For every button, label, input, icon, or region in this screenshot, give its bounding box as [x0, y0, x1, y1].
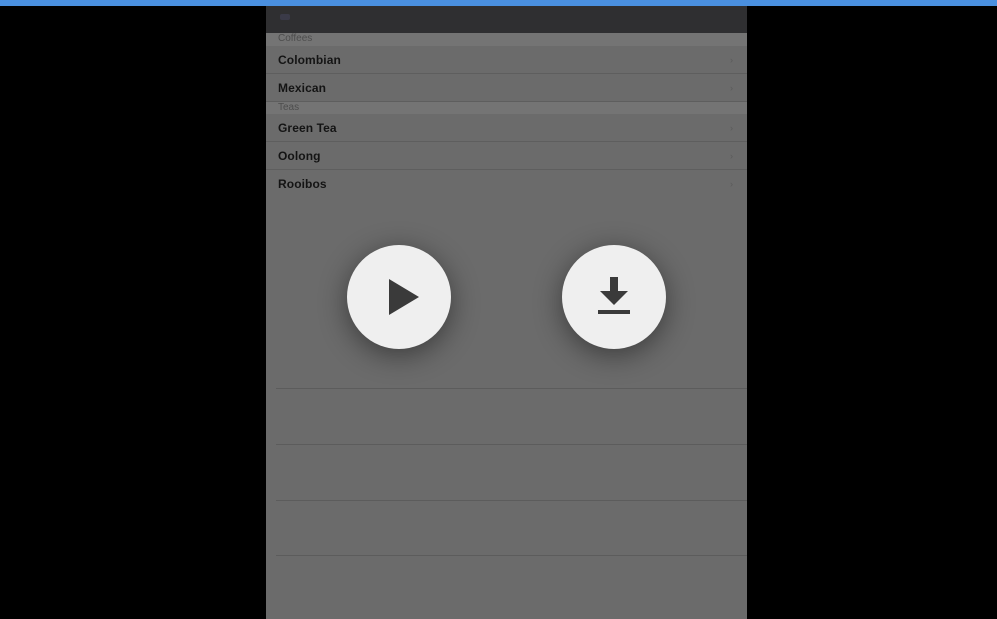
download-button[interactable] — [562, 245, 666, 349]
list-item-label: Green Tea — [278, 121, 337, 135]
list-item-colombian[interactable]: Colombian › — [266, 46, 747, 74]
list-item-mexican[interactable]: Mexican › — [266, 74, 747, 102]
play-button[interactable] — [347, 245, 451, 349]
empty-row-divider — [276, 444, 747, 445]
empty-row-divider — [276, 500, 747, 501]
play-icon — [389, 279, 419, 315]
chevron-right-icon: › — [730, 55, 733, 65]
navigation-bar — [266, 6, 747, 33]
chevron-right-icon: › — [730, 179, 733, 189]
back-icon[interactable] — [280, 14, 290, 20]
empty-row-divider — [276, 388, 747, 389]
section-header-teas: Teas — [266, 102, 747, 114]
download-icon — [598, 277, 630, 314]
app-screen: Coffees Colombian › Mexican › Teas Green… — [266, 6, 747, 619]
empty-row-divider — [276, 555, 747, 556]
chevron-right-icon: › — [730, 83, 733, 93]
list-item-label: Oolong — [278, 149, 321, 163]
list-item-label: Colombian — [278, 53, 341, 67]
list-item-label: Rooibos — [278, 177, 327, 191]
section-header-coffees: Coffees — [266, 33, 747, 46]
list-item-green-tea[interactable]: Green Tea › — [266, 114, 747, 142]
list-item-oolong[interactable]: Oolong › — [266, 142, 747, 170]
list-item-rooibos[interactable]: Rooibos › — [266, 170, 747, 198]
list-item-label: Mexican — [278, 81, 327, 95]
chevron-right-icon: › — [730, 123, 733, 133]
chevron-right-icon: › — [730, 151, 733, 161]
